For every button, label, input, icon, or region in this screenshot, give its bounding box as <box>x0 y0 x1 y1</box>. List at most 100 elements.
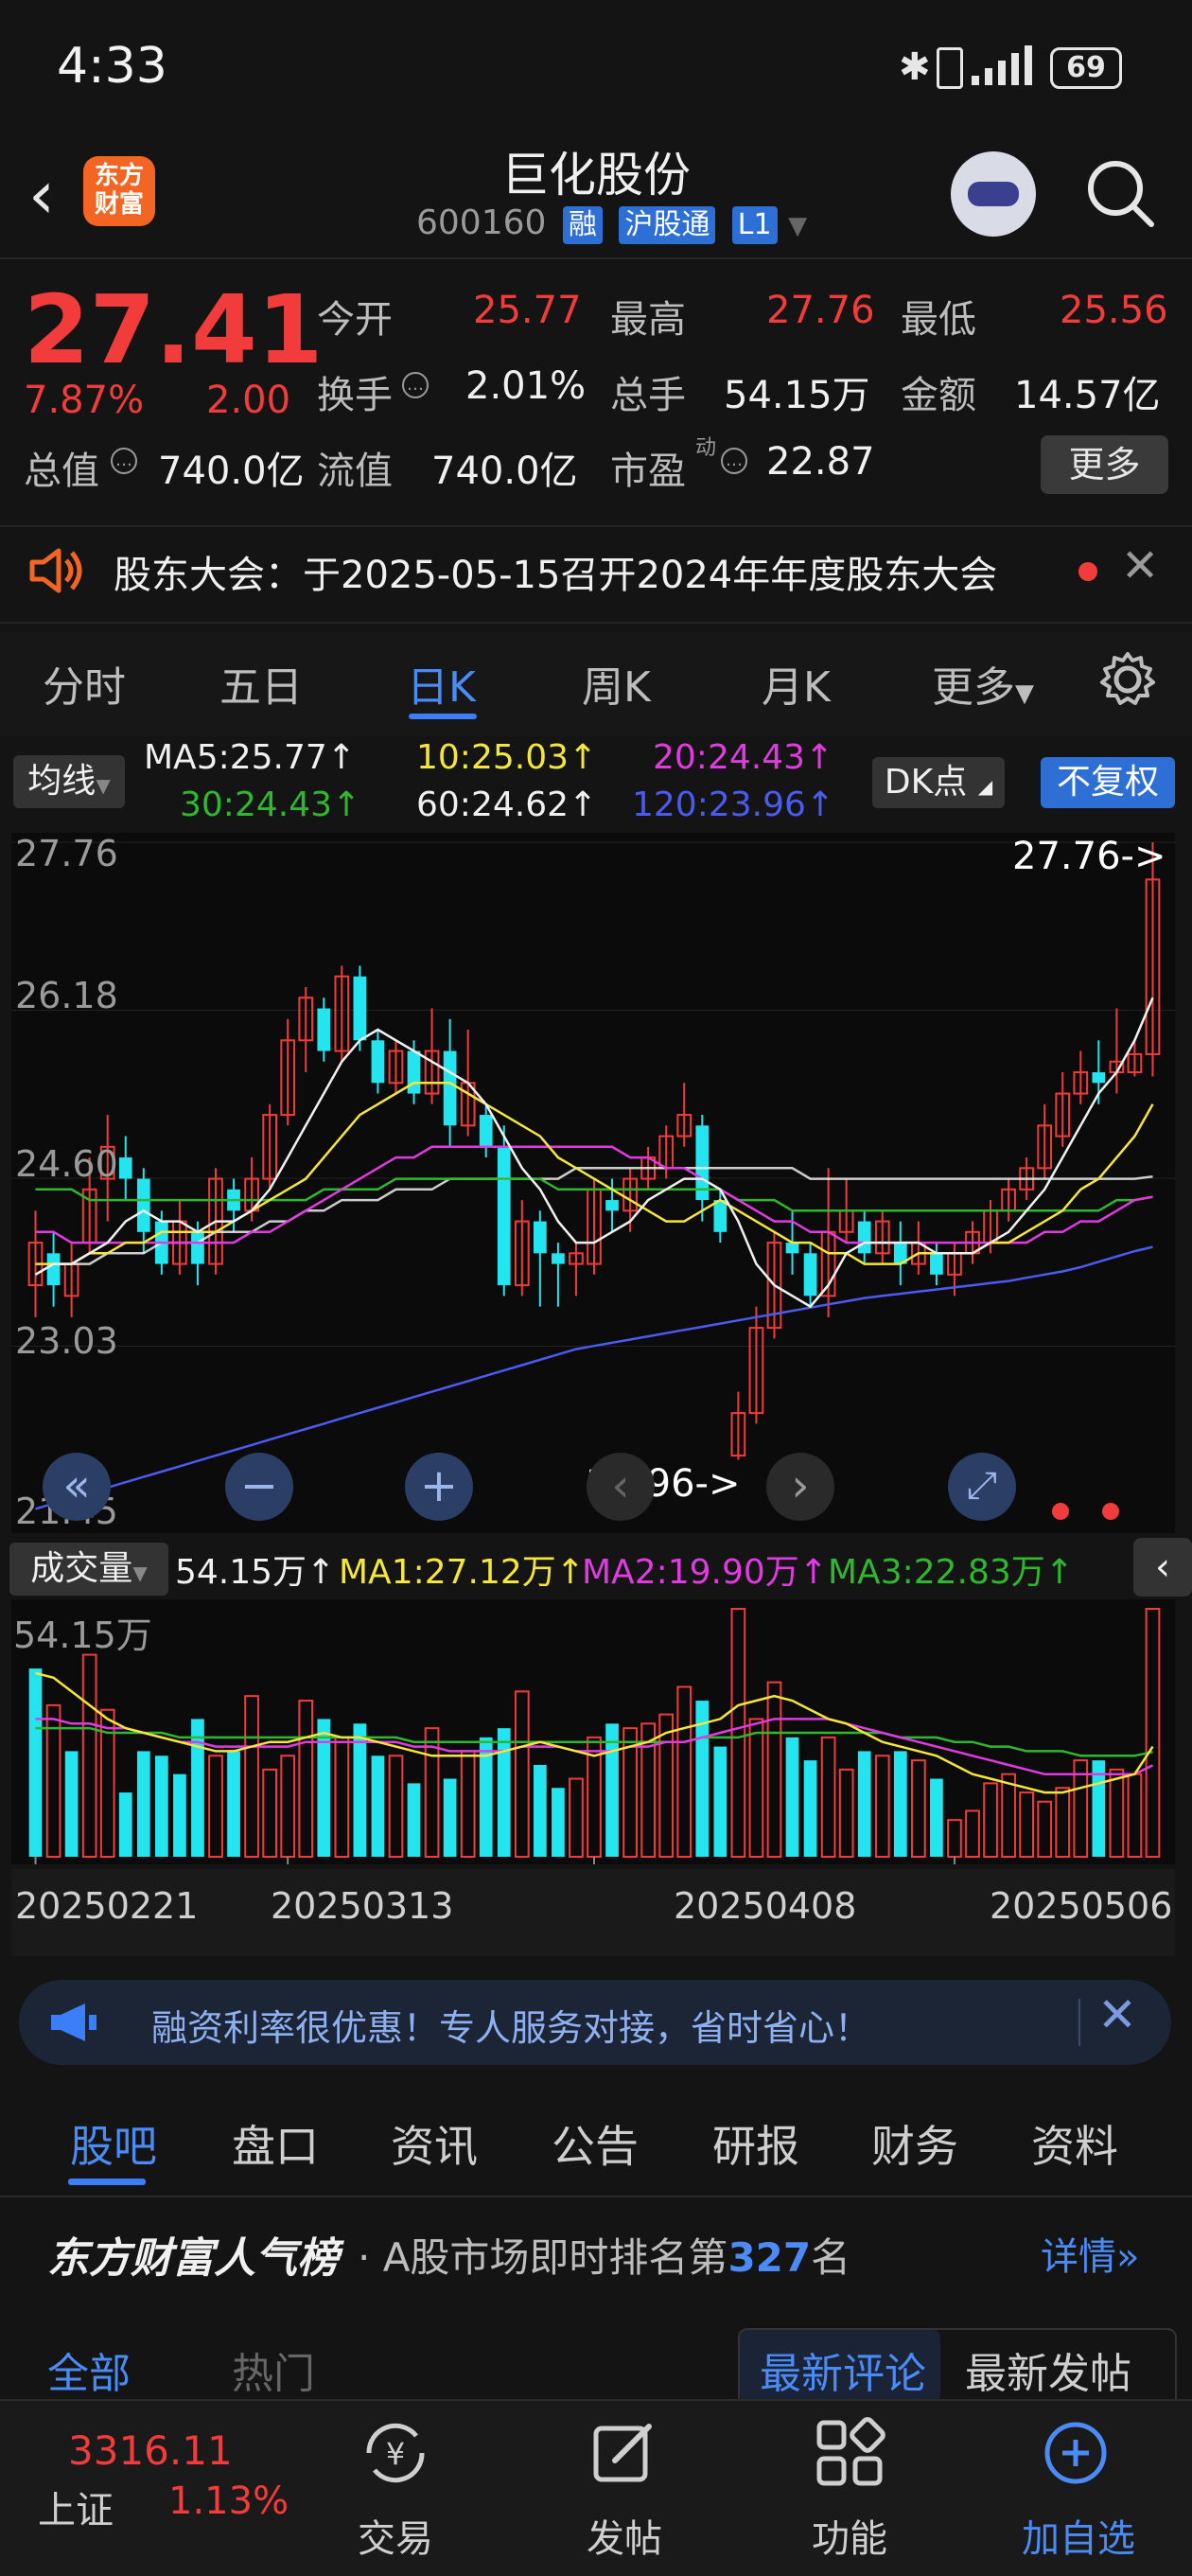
turnover-value: 2.01% <box>465 364 587 408</box>
tab-order-book[interactable]: 盘口 <box>232 2112 319 2175</box>
sort-newest-comment[interactable]: 最新评论 <box>760 2339 926 2400</box>
detail-link[interactable]: 详情» <box>1041 2226 1139 2281</box>
candle-body <box>479 1115 493 1147</box>
scroll-back-button[interactable]: ‹ <box>587 1453 655 1521</box>
more-button[interactable]: 更多 <box>1041 435 1168 494</box>
level-tag: L1 <box>731 206 778 244</box>
y-tick-label: 23.03 <box>15 1320 118 1362</box>
nav-post[interactable]: 发帖 <box>587 2508 662 2563</box>
tab-weekly-k[interactable]: 周K <box>582 653 651 714</box>
nav-trade[interactable]: 交易 <box>358 2508 433 2563</box>
volume-mode-label: 成交量 <box>30 1549 133 1588</box>
bluetooth-icon: ✱ <box>899 45 931 89</box>
margin-tag: 融 <box>562 206 603 244</box>
change-percent: 7.87% <box>24 379 145 422</box>
stock-code: 600160 <box>416 203 547 242</box>
candle-body <box>136 1178 150 1232</box>
ma-mode-label: 均线 <box>27 762 96 801</box>
info-icon[interactable]: … <box>111 448 137 474</box>
tab-more[interactable]: 更多▼ <box>932 653 1034 714</box>
fullscreen-icon[interactable]: ⤢ <box>948 1453 1016 1521</box>
nav-functions[interactable]: 功能 <box>812 2508 887 2563</box>
tab-monthly-k[interactable]: 月K <box>762 653 831 714</box>
volume-bar <box>785 1737 799 1857</box>
candlestick-chart[interactable] <box>11 833 1175 1533</box>
vol-ma3-value: MA3:22.83万↑ <box>828 1553 1074 1592</box>
volume-bar <box>28 1668 43 1857</box>
x-tick-label: 20250313 <box>271 1885 454 1927</box>
index-name[interactable]: 上证 <box>38 2479 114 2534</box>
tab-announcements[interactable]: 公告 <box>552 2112 639 2175</box>
tab-news[interactable]: 资讯 <box>391 2112 478 2175</box>
close-icon[interactable]: ✕ <box>1097 1987 1137 2042</box>
vol-ma2-value: MA2:19.90万↑ <box>582 1553 828 1592</box>
page-dot <box>1102 1503 1119 1520</box>
index-value[interactable]: 3316.11 <box>68 2427 233 2474</box>
trade-icon[interactable]: ¥ <box>358 2415 433 2491</box>
volume-bar <box>534 1764 547 1857</box>
gear-icon[interactable] <box>1099 651 1156 708</box>
dk-point-button[interactable]: DK点 ◢ <box>872 757 1005 808</box>
post-icon[interactable] <box>587 2415 662 2491</box>
rank-number: 327 <box>727 2234 812 2281</box>
float-cap-value: 740.0亿 <box>431 450 578 493</box>
pe-label: 市盈 <box>610 450 686 493</box>
volume-label: 总手 <box>610 374 686 417</box>
collapse-icon[interactable]: ‹ <box>1133 1538 1192 1597</box>
tab-finance[interactable]: 财务 <box>871 2112 958 2175</box>
tab-research[interactable]: 研报 <box>712 2112 799 2175</box>
robot-assistant-icon[interactable] <box>951 151 1036 237</box>
scroll-left-button[interactable]: « <box>43 1453 111 1521</box>
grid-icon[interactable] <box>812 2415 887 2491</box>
tab-all-posts[interactable]: 全部 <box>47 2339 131 2400</box>
scroll-right-button[interactable]: › <box>766 1453 834 1521</box>
search-icon[interactable] <box>1083 156 1157 230</box>
corner-triangle-icon: ◢ <box>977 775 993 798</box>
adjustment-button[interactable]: 不复权 <box>1041 757 1175 808</box>
volume-bar <box>173 1773 186 1857</box>
tab-indicator <box>409 714 477 719</box>
popularity-title: 东方财富人气榜 <box>47 2234 339 2283</box>
zoom-out-button[interactable]: − <box>225 1453 293 1521</box>
x-tick-label: 20250506 <box>990 1885 1173 1927</box>
ma10-value: 10:25.03↑ <box>416 738 598 777</box>
candle-body <box>803 1253 817 1297</box>
volume-bar <box>407 1783 421 1857</box>
sort-newest-post[interactable]: 最新发帖 <box>965 2339 1131 2400</box>
index-change[interactable]: 1.13% <box>168 2479 289 2523</box>
plus-circle-icon[interactable] <box>1038 2415 1113 2491</box>
info-icon[interactable]: … <box>721 448 747 474</box>
candle-body <box>1092 1072 1106 1084</box>
megaphone-icon <box>51 2003 96 2041</box>
low-value: 25.56 <box>1060 289 1168 332</box>
volume-chart[interactable] <box>11 1599 1175 1864</box>
volume-indicator-selector[interactable]: 成交量▼ <box>9 1543 168 1596</box>
promo-text: 融资利率很优惠！专人服务对接，省时省心！ <box>151 2007 871 2049</box>
ma-mode-selector[interactable]: 均线▼ <box>13 755 125 808</box>
chevron-down-icon: ▼ <box>1015 679 1034 708</box>
candle-body <box>118 1157 132 1179</box>
close-icon[interactable]: ✕ <box>1121 539 1159 592</box>
low-label: 最低 <box>901 298 976 342</box>
tab-daily-k[interactable]: 日K <box>407 653 476 714</box>
candle-body <box>443 1050 457 1126</box>
tab-profile[interactable]: 资料 <box>1031 2112 1118 2175</box>
candle-body <box>605 1200 619 1211</box>
volume-value: 54.15万 <box>724 374 870 417</box>
high-marker: 27.76-> <box>1012 835 1166 878</box>
tab-more-label: 更多 <box>932 663 1015 712</box>
nav-add-watchlist[interactable]: 加自选 <box>1022 2508 1135 2563</box>
ma20-value: 20:24.43↑ <box>653 738 834 777</box>
info-icon[interactable]: … <box>402 372 429 398</box>
divider <box>1078 1999 1080 2046</box>
tab-hot-posts[interactable]: 热门 <box>232 2339 315 2400</box>
volume-bar <box>317 1719 331 1857</box>
stock-code-line[interactable]: 600160 融 沪股通 L1 ▼ <box>416 203 807 244</box>
candle-body <box>930 1253 943 1275</box>
pe-value: 22.87 <box>766 440 875 484</box>
tab-five-day[interactable]: 五日 <box>219 653 303 714</box>
tab-forum[interactable]: 股吧 <box>70 2112 157 2175</box>
zoom-in-button[interactable]: + <box>405 1453 473 1521</box>
tab-intraday[interactable]: 分时 <box>43 653 126 714</box>
high-label: 最高 <box>610 298 686 342</box>
